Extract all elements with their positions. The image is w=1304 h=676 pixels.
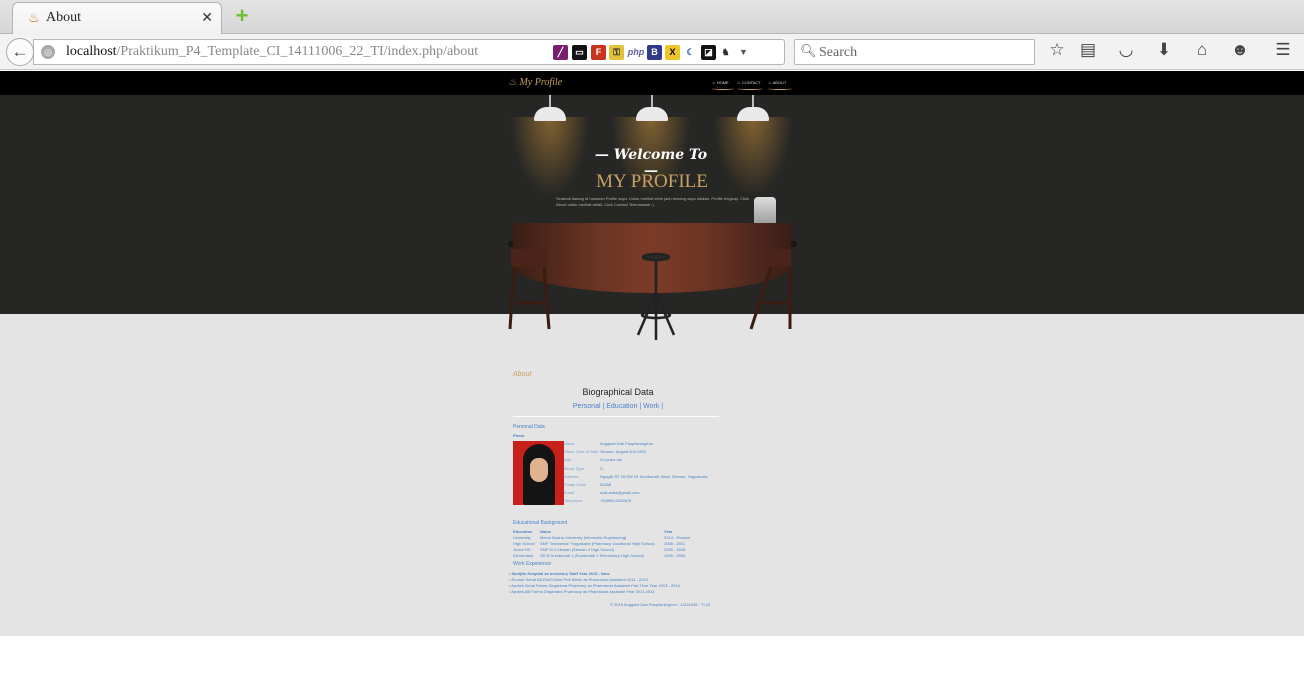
pocket-icon[interactable]: ◡: [1115, 40, 1137, 60]
download-icon[interactable]: ⬇: [1153, 40, 1175, 60]
frame-icon[interactable]: ◪: [701, 45, 716, 60]
wave-icon[interactable]: ☾: [683, 45, 698, 60]
field-value: +6289612345678: [600, 498, 632, 504]
nav-home-link[interactable]: ♨ HOME: [712, 80, 729, 85]
navigation-toolbar: ◎ localhost/Praktikum_P4_Template_CI_141…: [0, 34, 1304, 70]
site-navbar: ♨ My Profile ♨ HOME ♨ CONTACT ♨ ABOUT: [0, 71, 1304, 95]
tab-about[interactable]: ♨ About ✕: [12, 2, 222, 34]
photo-label: Photo: [513, 433, 525, 438]
field-label: Telephone: [564, 498, 583, 504]
site-brand[interactable]: ♨ My Profile: [508, 77, 562, 88]
search-placeholder: Search: [819, 45, 858, 60]
lamp-icon: [636, 107, 668, 121]
menu-icon[interactable]: ☰: [1272, 40, 1294, 60]
field-value: Ngaglik RT 05 RW 04 Sumberadi, Mlati, Sl…: [600, 473, 708, 479]
field-value: 23 years old: [600, 457, 622, 463]
tab-title: About: [46, 10, 81, 25]
education-link[interactable]: Education: [606, 403, 637, 410]
divider: [513, 416, 719, 417]
work-item: • Apotek Kimia Farma Dirgantara Pharmacy…: [509, 583, 680, 588]
search-icon: 🔍︎: [800, 43, 817, 58]
chat-icon[interactable]: ☻: [1229, 40, 1251, 60]
feather-icon[interactable]: ╱: [553, 45, 568, 60]
globe-icon: ◎: [41, 45, 55, 59]
work-item: • Sardjito Hospital as Inventory Staff Y…: [509, 571, 610, 576]
lamp-icon: [534, 107, 566, 121]
page-content: ♨ My Profile ♨ HOME ♨ CONTACT ♨ ABOUT — …: [0, 71, 1304, 676]
php-icon[interactable]: php: [626, 45, 646, 60]
tab-strip: ♨ About ✕ +: [0, 0, 1304, 34]
work-item: • Rumah Sehat BAZNAS Bina Prof Kilinik a…: [509, 577, 648, 582]
reading-list-icon[interactable]: ▤: [1077, 40, 1099, 60]
bio-links: Personal | Education | Work |: [572, 403, 664, 410]
star-icon[interactable]: ☆: [1046, 40, 1068, 60]
bar-stools-image: [508, 249, 792, 340]
firebug-icon[interactable]: F: [591, 45, 606, 60]
field-value: Anggiani Dah Puspitaningrum: [600, 441, 653, 446]
search-bar[interactable]: 🔍︎ Search: [794, 39, 1035, 65]
field-value: mail.anda@gmail.com: [600, 490, 640, 496]
x-icon[interactable]: X: [665, 45, 680, 60]
b-icon[interactable]: B: [647, 45, 662, 60]
home-icon[interactable]: ⌂: [1191, 40, 1213, 60]
nav-about-link[interactable]: ♨ ABOUT: [768, 80, 786, 85]
url-bar[interactable]: ◎ localhost/Praktikum_P4_Template_CI_141…: [33, 39, 809, 65]
education-title: Educational Background: [513, 520, 568, 526]
back-button[interactable]: ←: [6, 38, 34, 66]
work-item: • Apotek Alfi Farma Dirgantara Pharmacy …: [509, 589, 655, 594]
camel-icon[interactable]: ♞: [718, 45, 733, 60]
profile-photo: [513, 441, 564, 505]
new-tab-plus-icon[interactable]: +: [232, 5, 252, 27]
field-label: Place, Date of Birth: [564, 449, 599, 455]
work-link[interactable]: Work: [643, 403, 659, 410]
nav-contact-link[interactable]: ♨ CONTACT: [737, 80, 761, 85]
coffee-icon: ♨: [28, 10, 40, 25]
field-value: O: [600, 465, 604, 471]
hero-tagline: Selamat datang di halaman Profile saya. …: [556, 196, 749, 207]
field-value: Sleman, August 2nd 1993: [600, 449, 646, 455]
about-heading: About: [513, 371, 532, 378]
personal-link[interactable]: Personal: [573, 403, 601, 410]
window-icon[interactable]: ▭: [572, 45, 587, 60]
field-label: Email: [564, 490, 575, 496]
personal-title: Personal Data: [513, 424, 545, 430]
field-label: Address: [564, 473, 579, 479]
hero-title: MY PROFILE: [596, 171, 708, 192]
field-label: Name: [564, 441, 575, 446]
lamp-icon: [737, 107, 769, 121]
close-icon[interactable]: ✕: [201, 9, 213, 26]
field-label: Blood Type: [564, 465, 584, 471]
field-value: 55288: [600, 482, 612, 487]
footer-text: © 2016 Anggiani Dah Puspitaningrum - 141…: [610, 602, 711, 607]
field-label: Age: [564, 457, 572, 463]
work-title: Work Experience: [513, 561, 551, 567]
url-text[interactable]: localhost/Praktikum_P4_Template_CI_14111…: [66, 44, 478, 60]
lock-icon[interactable]: ⚿: [609, 45, 624, 60]
bio-title: Biographical Data: [582, 387, 654, 397]
field-label: Postal Code: [564, 482, 586, 487]
chevron-down-icon[interactable]: ▼: [736, 45, 751, 60]
